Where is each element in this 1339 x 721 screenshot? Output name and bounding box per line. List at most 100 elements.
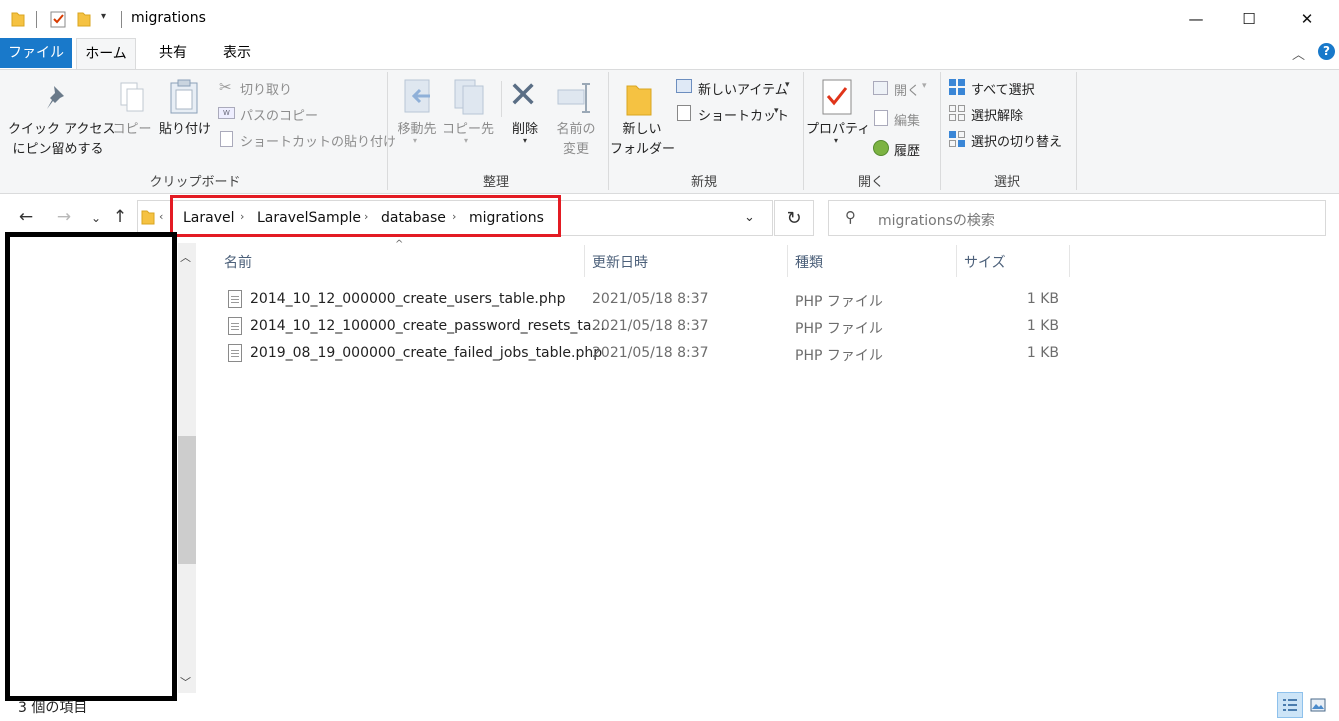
chevron-down-icon: ▾ xyxy=(464,136,469,145)
copy-path-button[interactable]: パスのコピー xyxy=(240,105,318,124)
breadcrumb-database[interactable]: database xyxy=(381,210,446,226)
group-separator xyxy=(940,72,941,190)
php-file-icon xyxy=(228,344,242,362)
new-folder-icon xyxy=(626,85,652,116)
file-type: PHP ファイル xyxy=(795,321,883,337)
tab-view[interactable]: 表示 xyxy=(208,38,266,68)
nav-pane-scroll-thumb[interactable] xyxy=(178,436,196,564)
breadcrumb-separator[interactable]: › xyxy=(240,210,244,223)
php-file-icon xyxy=(228,317,242,335)
select-all-button[interactable]: すべて選択 xyxy=(971,79,1035,98)
details-view-button[interactable] xyxy=(1277,692,1303,718)
back-button[interactable]: ← xyxy=(14,207,38,227)
scroll-down-icon[interactable]: ﹀ xyxy=(180,674,191,690)
file-modified: 2021/05/18 8:37 xyxy=(592,318,709,334)
pin-quick-access-button[interactable]: クイック アクセス にピン留めする xyxy=(8,120,115,160)
paste-button[interactable]: 貼り付け xyxy=(156,120,214,140)
file-size: 1 KB xyxy=(1026,318,1059,334)
maximize-button[interactable]: ☐ xyxy=(1220,0,1278,38)
column-header-size[interactable]: サイズ xyxy=(964,252,1006,272)
help-icon[interactable]: ? xyxy=(1318,43,1335,60)
new-folder-icon[interactable] xyxy=(77,10,91,28)
file-name[interactable]: 2019_08_19_000000_create_failed_jobs_tab… xyxy=(250,345,602,361)
close-button[interactable]: ✕ xyxy=(1278,0,1336,38)
recent-locations-button[interactable]: ⌄ xyxy=(84,211,108,225)
collapse-ribbon-icon[interactable]: ︿ xyxy=(1292,44,1305,63)
up-button[interactable]: ↑ xyxy=(108,207,132,227)
file-type: PHP ファイル xyxy=(795,294,883,310)
refresh-button[interactable]: ↻ xyxy=(774,200,814,236)
group-separator xyxy=(387,72,388,190)
details-view-icon xyxy=(1283,699,1297,711)
column-separator[interactable] xyxy=(584,245,585,277)
minimize-button[interactable]: — xyxy=(1167,0,1225,38)
paste-icon xyxy=(170,79,198,114)
file-modified: 2021/05/18 8:37 xyxy=(592,291,709,307)
properties-check-icon[interactable] xyxy=(50,10,67,28)
edit-button[interactable]: 編集 xyxy=(894,110,920,129)
cut-button[interactable]: 切り取り xyxy=(240,79,292,98)
file-type: PHP ファイル xyxy=(795,348,883,364)
column-header-name[interactable]: 名前 xyxy=(224,252,252,272)
properties-icon xyxy=(822,79,852,115)
tab-file[interactable]: ファイル xyxy=(0,38,72,68)
file-modified: 2021/05/18 8:37 xyxy=(592,345,709,361)
folder-icon xyxy=(11,12,25,27)
navigation-pane[interactable] xyxy=(5,232,177,701)
copy-button[interactable]: コピー xyxy=(112,120,152,140)
column-separator[interactable] xyxy=(1069,245,1070,277)
rename-button[interactable]: 名前の 変更 xyxy=(550,120,602,160)
address-dropdown-icon[interactable]: ⌄ xyxy=(744,210,755,225)
group-label-organize: 整理 xyxy=(482,175,509,190)
title-separator xyxy=(121,11,122,28)
window-title: migrations xyxy=(131,10,206,26)
file-name[interactable]: 2014_10_12_000000_create_users_table.php xyxy=(250,291,566,307)
shortcut-icon xyxy=(677,105,691,121)
search-icon: ⚲ xyxy=(845,208,856,226)
file-size: 1 KB xyxy=(1026,291,1059,307)
group-label-open: 開く xyxy=(857,175,884,190)
scroll-up-icon[interactable]: ︿ xyxy=(180,249,191,265)
column-header-modified[interactable]: 更新日時 xyxy=(592,252,648,272)
breadcrumb-separator[interactable]: › xyxy=(364,210,368,223)
open-button[interactable]: 開く xyxy=(894,80,920,99)
new-item-icon xyxy=(676,79,692,93)
file-name[interactable]: 2014_10_12_100000_create_password_resets… xyxy=(250,318,605,334)
history-icon xyxy=(873,140,889,156)
breadcrumb-migrations[interactable]: migrations xyxy=(469,210,544,226)
select-none-icon xyxy=(949,105,965,121)
breadcrumb-separator: ‹ xyxy=(159,210,164,223)
column-separator[interactable] xyxy=(956,245,957,277)
search-placeholder: migrationsの検索 xyxy=(878,213,995,229)
invert-selection-button[interactable]: 選択の切り替え xyxy=(971,131,1062,150)
chevron-down-icon: ▾ xyxy=(785,80,790,90)
breadcrumb-separator[interactable]: › xyxy=(452,210,456,223)
group-separator xyxy=(803,72,804,190)
tab-share[interactable]: 共有 xyxy=(145,38,201,68)
status-item-count: 3 個の項目 xyxy=(18,700,88,716)
open-icon xyxy=(873,81,888,95)
chevron-down-icon: ▾ xyxy=(523,136,528,145)
paste-shortcut-button[interactable]: ショートカットの貼り付け xyxy=(240,131,396,150)
group-label-select: 選択 xyxy=(993,175,1020,190)
breadcrumb-laravelsample[interactable]: LaravelSample xyxy=(257,210,361,226)
large-icons-view-button[interactable] xyxy=(1305,692,1331,718)
new-folder-button[interactable]: 新しい フォルダー xyxy=(610,120,675,160)
folder-icon xyxy=(141,210,155,225)
column-separator[interactable] xyxy=(787,245,788,277)
file-size: 1 KB xyxy=(1026,345,1059,361)
group-separator xyxy=(608,72,609,190)
tab-home[interactable]: ホーム xyxy=(76,38,136,70)
select-all-icon xyxy=(949,79,965,95)
breadcrumb-laravel[interactable]: Laravel xyxy=(183,210,235,226)
qat-customize-icon[interactable]: ▾ xyxy=(101,11,106,22)
history-button[interactable]: 履歴 xyxy=(894,140,920,159)
php-file-icon xyxy=(228,290,242,308)
forward-button[interactable]: → xyxy=(52,207,76,227)
edit-icon xyxy=(874,110,888,126)
divider xyxy=(501,81,502,117)
copy-icon xyxy=(120,82,144,112)
column-header-type[interactable]: 種類 xyxy=(795,252,823,272)
new-item-button[interactable]: 新しいアイテム xyxy=(698,79,788,98)
select-none-button[interactable]: 選択解除 xyxy=(971,105,1023,124)
